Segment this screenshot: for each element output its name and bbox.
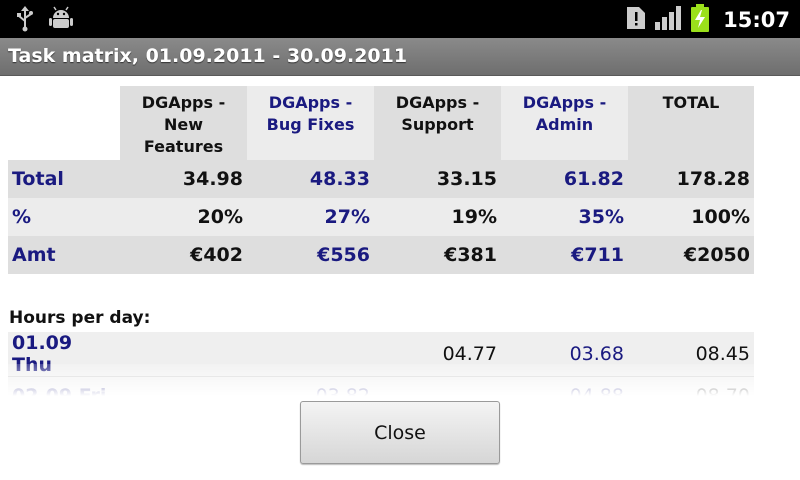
matrix-cell: €2050 [683, 244, 750, 266]
close-button[interactable]: Close [300, 401, 500, 464]
matrix-cell: 48.33 [309, 168, 370, 190]
matrix-cell: 33.15 [436, 168, 497, 190]
matrix-row-percent: % 20% 27% 19% 35% 100% [8, 198, 754, 236]
task-matrix-table: DGApps - New Features DGApps - Bug Fixes… [8, 86, 754, 274]
day-cell [374, 377, 501, 397]
day-label: 02.09 Fri [12, 384, 107, 397]
hours-per-day-heading: Hours per day: [9, 308, 151, 328]
matrix-cell: 19% [451, 206, 497, 228]
day-cell: 04.88 [569, 384, 624, 397]
column-header-total: TOTAL [628, 86, 754, 160]
row-label: Total [12, 168, 64, 190]
usb-icon [14, 6, 36, 36]
status-bar: 15:07 [0, 0, 800, 38]
matrix-cell: 35% [578, 206, 624, 228]
android-debug-icon [48, 6, 74, 36]
matrix-cell: €402 [190, 244, 243, 266]
matrix-row-amount: Amt €402 €556 €381 €711 €2050 [8, 236, 754, 274]
matrix-header-row: DGApps - New Features DGApps - Bug Fixes… [8, 86, 754, 160]
column-header: DGApps - Admin [501, 86, 628, 160]
day-cell: 08.45 [695, 343, 750, 365]
dialog-title-bar: Task matrix, 01.09.2011 - 30.09.2011 [0, 38, 800, 76]
signal-icon [655, 6, 682, 34]
day-row: 01.09 Thu 04.77 03.68 08.45 [8, 332, 754, 377]
matrix-cell: 27% [324, 206, 370, 228]
day-row: 02.09 Fri 03.82 04.88 08.70 [8, 376, 754, 397]
matrix-cell: €381 [444, 244, 497, 266]
dialog-title: Task matrix, 01.09.2011 - 30.09.2011 [8, 45, 408, 67]
matrix-cell: 20% [197, 206, 243, 228]
matrix-cell: 61.82 [563, 168, 624, 190]
day-cell [120, 377, 247, 397]
row-label: % [12, 206, 32, 228]
row-label: Amt [12, 244, 56, 266]
battery-charging-icon [691, 4, 710, 36]
day-cell: 04.77 [442, 343, 497, 365]
day-cell [247, 332, 374, 377]
matrix-cell: 34.98 [182, 168, 243, 190]
matrix-corner-cell [8, 86, 120, 160]
matrix-row-total: Total 34.98 48.33 33.15 61.82 178.28 [8, 160, 754, 198]
hours-per-day-table: 01.09 Thu 04.77 03.68 08.45 02.09 Fri 03… [8, 332, 754, 396]
day-label: 01.09 Thu [12, 332, 73, 376]
day-cell: 03.82 [315, 384, 370, 397]
column-header: DGApps - Support [374, 86, 501, 160]
matrix-scroll-area[interactable]: DGApps - New Features DGApps - Bug Fixes… [0, 76, 800, 396]
matrix-cell: €556 [317, 244, 370, 266]
day-cell: 03.68 [569, 343, 624, 365]
matrix-cell: 100% [691, 206, 750, 228]
sim-alert-icon [627, 7, 646, 33]
column-header: DGApps - Bug Fixes [247, 86, 374, 160]
day-cell: 08.70 [695, 384, 750, 397]
clock: 15:07 [723, 8, 790, 32]
matrix-cell: 178.28 [676, 168, 750, 190]
column-header: DGApps - New Features [120, 86, 247, 160]
day-cell [120, 332, 247, 377]
matrix-cell: €711 [571, 244, 624, 266]
